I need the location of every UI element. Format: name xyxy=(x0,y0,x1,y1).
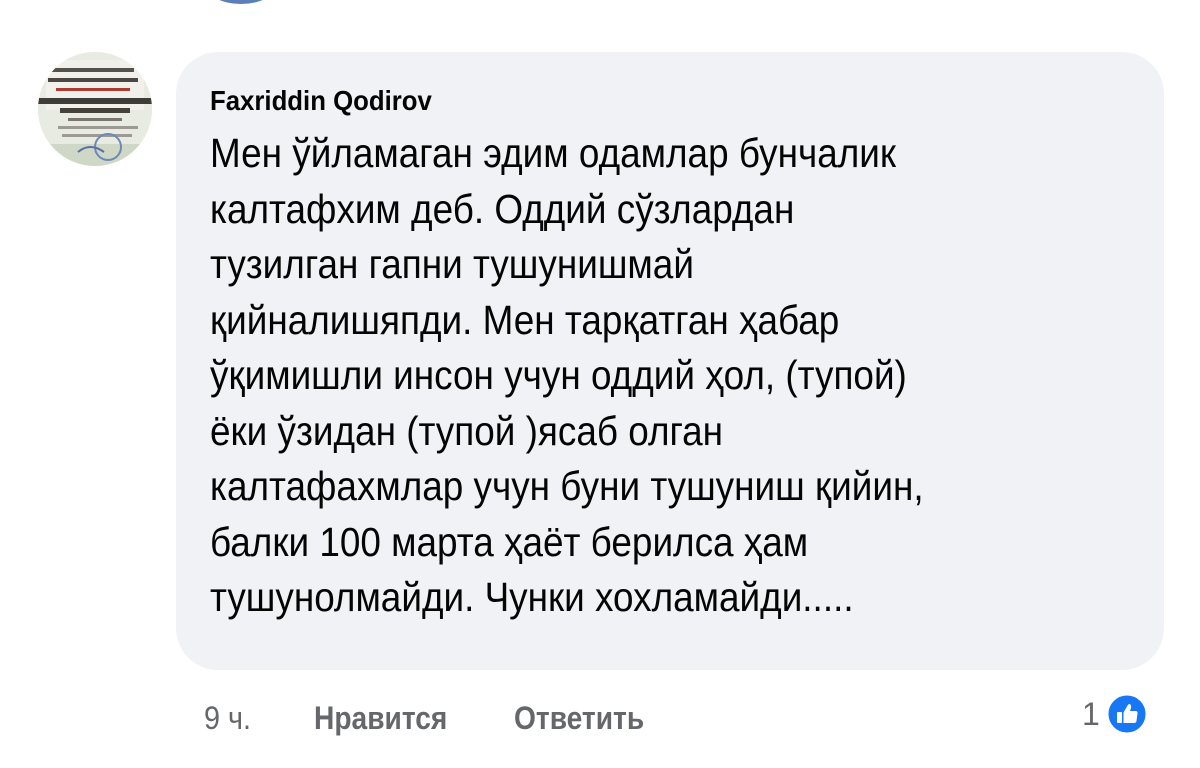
comment-line: тушунолмайди. Чунки хохламайди..... xyxy=(210,574,854,620)
comment-line: калтафхим деб. Оддий сўзлардан xyxy=(210,185,795,232)
comment-line: балки 100 марта ҳаёт берилса ҳам xyxy=(210,518,809,565)
avatar[interactable] xyxy=(38,52,152,166)
avatar-image xyxy=(38,52,152,166)
reaction-summary[interactable]: 1 xyxy=(1082,688,1148,740)
comment-text: Мен ўйламаган эдим одамлар бунчалик калт… xyxy=(210,126,1130,626)
comment-thread: Faxriddin Qodirov Мен ўйламаган эдим ода… xyxy=(0,0,1200,768)
like-button[interactable]: Нравится xyxy=(314,700,447,737)
comment-author[interactable]: Faxriddin Qodirov xyxy=(210,84,1056,118)
comment-line: тузилган гапни тушунишмай xyxy=(210,241,694,287)
reply-button[interactable]: Ответить xyxy=(514,700,644,737)
comment-actions: 9 ч. Нравится Ответить xyxy=(204,694,662,742)
comment-line: ёки ўзидан (тупой )ясаб олган xyxy=(210,407,724,454)
comment-line: ўқимишли инсон учун оддий ҳол, (тупой) xyxy=(210,352,907,398)
previous-avatar xyxy=(205,0,277,4)
like-thumb-icon xyxy=(1106,693,1148,735)
comment-line: Мен ўйламаган эдим одамлар бунчалик xyxy=(210,130,897,176)
comment-line: калтафахмлар учун буни тушуниш қийин, xyxy=(210,463,924,509)
comment-timestamp[interactable]: 9 ч. xyxy=(204,700,251,737)
reaction-count: 1 xyxy=(1082,695,1100,732)
comment-line: қийналишяпди. Мен тарқатган ҳабар xyxy=(210,296,840,343)
comment-bubble: Faxriddin Qodirov Мен ўйламаган эдим ода… xyxy=(176,52,1164,670)
